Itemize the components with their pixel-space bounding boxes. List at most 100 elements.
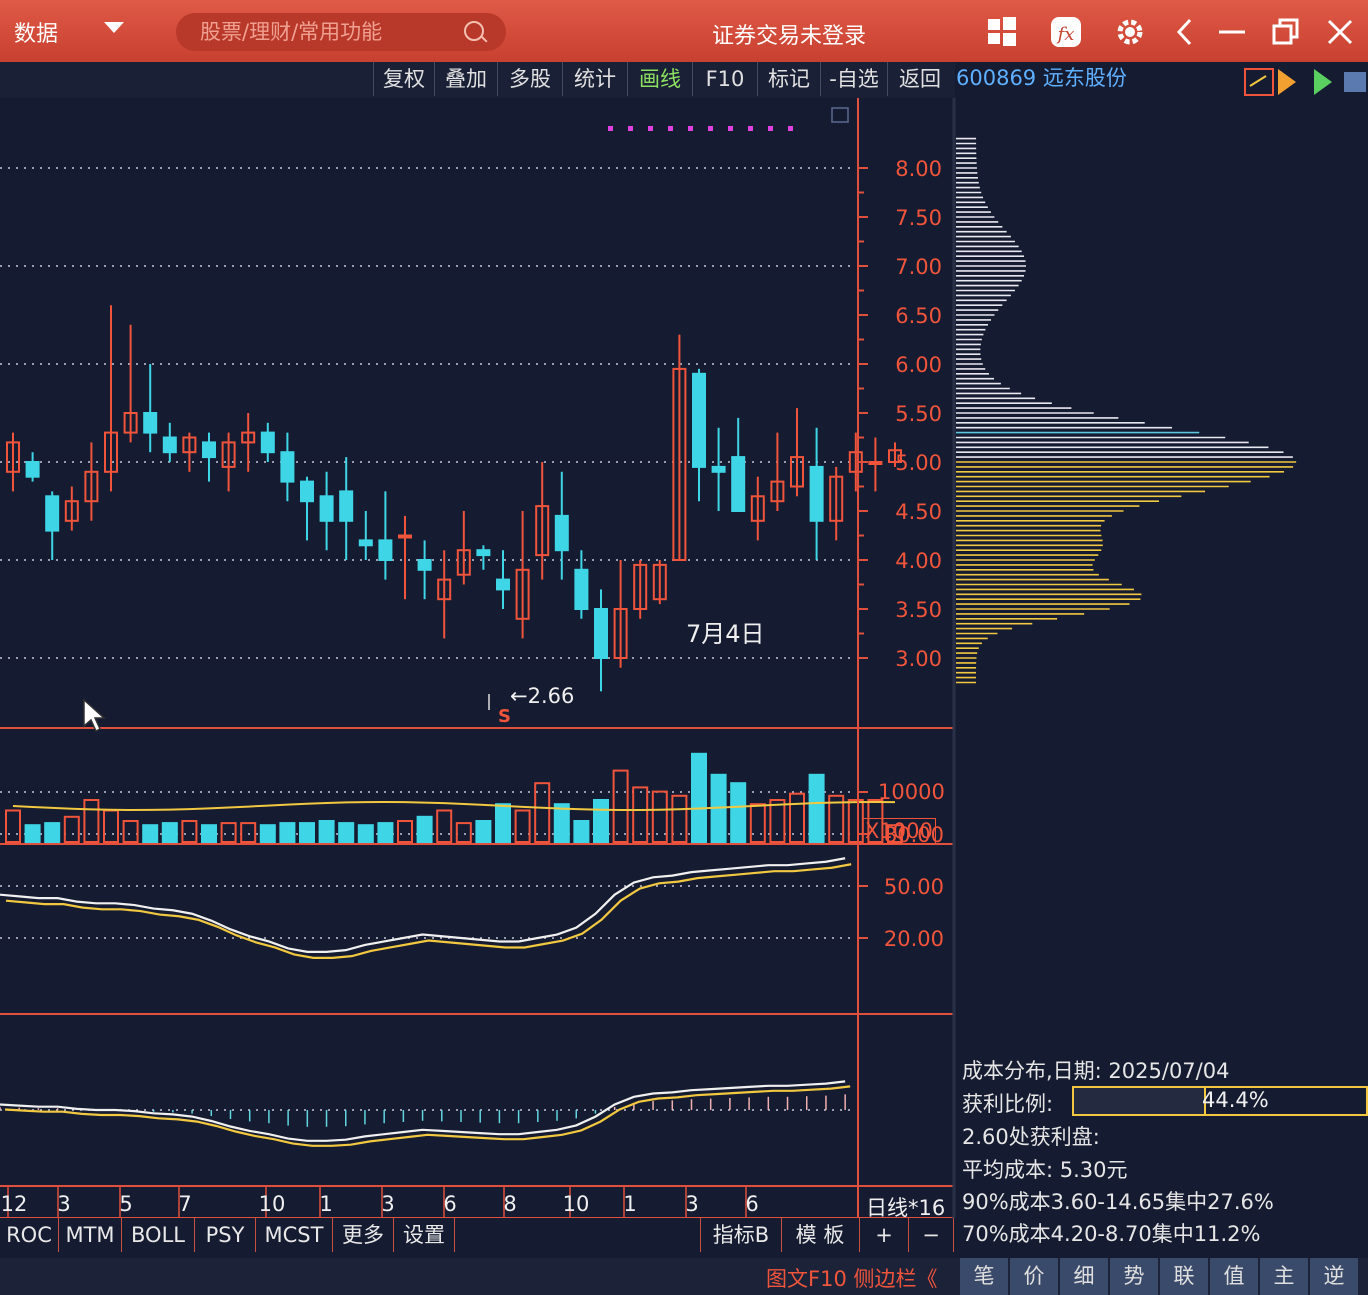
x-tick-label: 3 <box>685 1192 698 1216</box>
candle-body <box>319 495 334 522</box>
minimize-icon[interactable] <box>1214 14 1250 50</box>
volume-bar <box>220 822 237 843</box>
price-tick-label: 6.50 <box>895 304 942 328</box>
tab-mcst[interactable]: MCST <box>256 1218 333 1252</box>
template-button[interactable]: 模 板 <box>781 1218 860 1252</box>
cost-date: 成本分布,日期: 2025/07/04 <box>962 1059 1230 1083</box>
toolbar-mark[interactable]: 标记 <box>757 62 820 96</box>
kline-chart[interactable]: 8.00 7.50 7.00 6.50 6.00 5.50 5.00 4.50 4.00 3.50… <box>0 98 1368 1218</box>
tab-roc[interactable]: ROC <box>0 1218 59 1252</box>
formula-icon[interactable]: fx <box>1048 14 1084 50</box>
volume-bar <box>83 799 100 843</box>
volume-bar <box>808 773 825 843</box>
status-btn-price[interactable]: 价 <box>1008 1258 1058 1295</box>
volume-bar <box>161 822 178 843</box>
volume-bar <box>5 809 21 843</box>
panel-toggle-icon <box>831 107 849 123</box>
search-box[interactable] <box>176 13 506 51</box>
signal-dot <box>648 126 653 131</box>
volume-bar <box>495 803 511 844</box>
candle-body <box>143 412 158 434</box>
price-tick-label: 7.00 <box>895 255 942 279</box>
price-tick-label: 5.50 <box>895 402 942 426</box>
sidebar-toggle[interactable]: 图文F10 侧边栏《 <box>766 1263 937 1293</box>
x-tick-label: 7 <box>178 1192 191 1216</box>
toolbar-overlay[interactable]: 叠加 <box>434 62 497 96</box>
candle-body <box>692 372 706 468</box>
restore-icon[interactable] <box>1268 14 1304 50</box>
toolbar-multi-stock[interactable]: 多股 <box>497 62 562 96</box>
profit-ratio-bar: 44.4% <box>1072 1086 1368 1116</box>
volume-bar <box>122 820 139 843</box>
toolbar-draw-line[interactable]: 画线 <box>627 62 692 96</box>
status-btn-reverse[interactable]: 逆 <box>1308 1258 1358 1295</box>
volume-bar <box>553 803 570 844</box>
x-tick-label: 1 <box>319 1192 332 1216</box>
price-tick-label: 4.00 <box>895 549 942 573</box>
chart-toolbar: 复权 叠加 多股 统计 画线 F10 标记 -自选 返回 <box>0 62 955 98</box>
low-price-marker: ←2.66 <box>510 684 575 708</box>
volume-bar <box>612 769 629 843</box>
status-btn-trade[interactable]: 笔 <box>958 1258 1008 1295</box>
close-icon[interactable] <box>1322 14 1358 50</box>
gear-icon[interactable] <box>1112 14 1148 50</box>
price-tick-label: 3.50 <box>895 598 942 622</box>
search-input[interactable] <box>198 17 452 47</box>
volume-bar <box>397 820 413 843</box>
candle-body <box>339 490 354 522</box>
tab-boll[interactable]: BOLL <box>122 1218 195 1252</box>
zoom-out-button[interactable]: − <box>909 1218 954 1252</box>
tab-more[interactable]: 更多 <box>333 1218 394 1252</box>
candle-body <box>594 608 608 659</box>
zoom-in-button[interactable]: + <box>860 1218 909 1252</box>
volume-ma-line <box>12 800 896 811</box>
toolbar-restore-rights[interactable]: 复权 <box>373 62 434 96</box>
sidebar-tool-icons[interactable] <box>1244 66 1368 102</box>
toolbar-statistics[interactable]: 统计 <box>562 62 627 96</box>
status-btn-main[interactable]: 主 <box>1258 1258 1308 1295</box>
price-tick-label: 6.00 <box>895 353 942 377</box>
status-btn-detail[interactable]: 细 <box>1058 1258 1108 1295</box>
candle-body <box>398 534 412 539</box>
x-tick-label: 6 <box>443 1192 456 1216</box>
volume-bar <box>730 782 747 844</box>
volume-bar <box>671 794 688 843</box>
volume-bar <box>240 822 257 843</box>
toolbar-f10[interactable]: F10 <box>692 62 757 96</box>
volume-bar <box>769 799 786 843</box>
status-btn-trend[interactable]: 势 <box>1108 1258 1158 1295</box>
volume-bar <box>201 824 217 844</box>
candle-body <box>202 441 216 459</box>
candle-body <box>809 465 824 522</box>
data-menu[interactable]: 数据 <box>14 16 58 48</box>
signal-dot <box>788 126 793 131</box>
search-icon[interactable] <box>464 21 484 41</box>
back-icon[interactable] <box>1168 14 1204 50</box>
windows-icon[interactable] <box>984 14 1020 50</box>
osc-main-line <box>0 857 846 953</box>
tab-psy[interactable]: PSY <box>195 1218 256 1252</box>
window-title: 证券交易未登录 <box>712 24 867 49</box>
profit-ratio-label: 获利比例: <box>962 1092 1054 1116</box>
volume-unit: X1000 <box>862 818 936 844</box>
chevron-down-icon[interactable] <box>104 22 124 33</box>
price-tick-label: 7.50 <box>895 206 942 230</box>
stock-title[interactable]: 600869 远东股份 <box>956 62 1127 92</box>
toolbar-watchlist[interactable]: -自选 <box>820 62 887 96</box>
indicator-b-button[interactable]: 指标B <box>700 1218 782 1252</box>
candle-body <box>300 480 314 503</box>
volume-bar <box>259 824 276 844</box>
osc-tick-label: 20.00 <box>884 927 944 951</box>
volume-bar <box>24 824 41 844</box>
average-cost: 平均成本: 5.30元 <box>962 1158 1128 1182</box>
status-btn-linked[interactable]: 联 <box>1158 1258 1208 1295</box>
status-btn-value[interactable]: 值 <box>1208 1258 1258 1295</box>
x-tick-label: 5 <box>119 1192 132 1216</box>
toolbar-return[interactable]: 返回 <box>887 62 952 96</box>
tab-settings[interactable]: 设置 <box>394 1218 455 1252</box>
signal-dot <box>728 126 733 131</box>
volume-bar <box>847 799 864 843</box>
signal-dot <box>768 126 773 131</box>
tab-mtm[interactable]: MTM <box>59 1218 122 1252</box>
volume-bar <box>299 822 315 843</box>
